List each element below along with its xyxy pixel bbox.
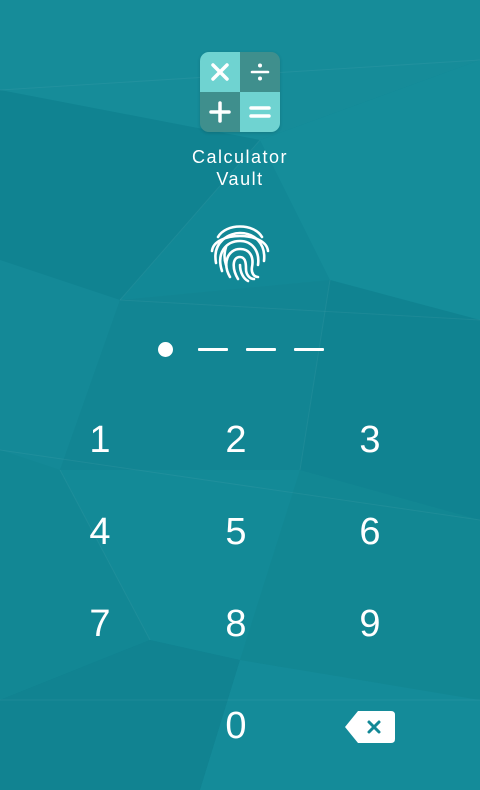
pin-slot-4 xyxy=(294,337,326,361)
pin-slot-2 xyxy=(198,337,230,361)
pin-empty-dash xyxy=(198,348,228,351)
key-5[interactable]: 5 xyxy=(191,497,281,567)
backspace-button[interactable] xyxy=(338,705,402,749)
app-logo xyxy=(200,52,280,132)
key-0[interactable]: 0 xyxy=(191,691,281,761)
logo-multiply-icon xyxy=(200,52,240,92)
pin-slot-3 xyxy=(246,337,278,361)
pin-indicator xyxy=(150,337,330,361)
key-7[interactable]: 7 xyxy=(55,589,145,659)
pin-slot-1 xyxy=(150,337,182,361)
key-3[interactable]: 3 xyxy=(325,405,415,475)
logo-equals-icon xyxy=(240,92,280,132)
key-4[interactable]: 4 xyxy=(55,497,145,567)
pin-filled-dot xyxy=(158,342,173,357)
app-name-line1: Calculator xyxy=(191,147,289,167)
backspace-icon xyxy=(345,711,395,743)
key-1[interactable]: 1 xyxy=(55,405,145,475)
lock-screen: Calculator Vault 1 2 3 4 5 6 7 8 9 0 xyxy=(0,0,480,790)
app-name: Calculator Vault xyxy=(150,146,330,190)
key-6[interactable]: 6 xyxy=(325,497,415,567)
logo-divide-icon xyxy=(240,52,280,92)
fingerprint-icon[interactable] xyxy=(206,217,274,285)
pin-empty-dash xyxy=(246,348,276,351)
logo-plus-icon xyxy=(200,92,240,132)
key-8[interactable]: 8 xyxy=(191,589,281,659)
key-9[interactable]: 9 xyxy=(325,589,415,659)
key-2[interactable]: 2 xyxy=(191,405,281,475)
app-name-line2: Vault xyxy=(216,169,264,189)
pin-empty-dash xyxy=(294,348,324,351)
